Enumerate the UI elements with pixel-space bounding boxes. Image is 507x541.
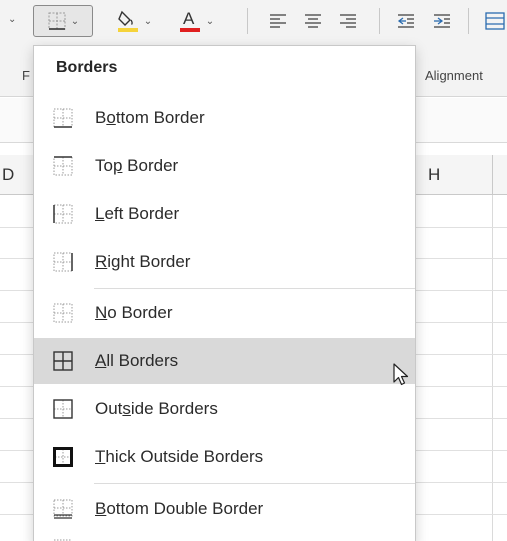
font-color-chevron-icon: ⌄ <box>205 15 215 27</box>
menu-item-label: Right Border <box>95 252 191 271</box>
overflow-chevron-icon[interactable]: ⌄ <box>8 14 16 25</box>
align-left-icon <box>270 14 286 28</box>
font-color-swatch <box>179 28 200 32</box>
mouse-pointer-icon <box>393 363 409 386</box>
align-right-icon <box>340 14 356 28</box>
font-color-icon: A <box>179 9 200 32</box>
bottom-double-border-icon <box>53 499 73 519</box>
fill-color-swatch <box>117 28 138 32</box>
menu-item-label: Thick Outside Borders <box>95 447 264 466</box>
svg-text:A: A <box>183 9 195 28</box>
menu-item-thick-outside-borders[interactable]: Thick Outside Borders <box>34 434 415 480</box>
menu-item-top-border[interactable]: Top Border <box>34 143 415 189</box>
font-color-button[interactable]: A ⌄ <box>172 5 220 37</box>
menu-item-label: Bottom Border <box>95 108 205 127</box>
thick-outside-borders-icon <box>53 447 73 467</box>
all-borders-icon <box>53 351 73 371</box>
column-header-h[interactable]: H <box>428 155 440 195</box>
menu-item-left-border[interactable]: Left Border <box>34 191 415 237</box>
menu-item-right-border[interactable]: Right Border <box>34 239 415 285</box>
borders-chevron-icon: ⌄ <box>70 15 80 27</box>
partial-menu-item-icon <box>54 539 72 541</box>
decrease-indent-icon <box>397 14 414 28</box>
menu-item-no-border[interactable]: No Border <box>34 290 415 336</box>
menu-item-outside-borders[interactable]: Outside Borders <box>34 386 415 432</box>
ribbon-separator <box>247 8 248 34</box>
column-gridline <box>492 195 493 541</box>
menu-separator <box>94 483 415 484</box>
fill-color-chevron-icon: ⌄ <box>143 15 153 27</box>
column-header-d[interactable]: D <box>2 155 14 195</box>
menu-item-label: All Borders <box>95 351 179 370</box>
borders-icon <box>48 12 66 30</box>
ribbon-toolbar-row: ⌄ ⌄ ⌄ A ⌄ <box>0 0 507 42</box>
align-center-icon <box>305 14 321 28</box>
menu-item-label: Left Border <box>95 204 180 223</box>
right-border-icon <box>53 252 73 272</box>
menu-item-bottom-double-border[interactable]: Bottom Double Border <box>34 486 415 532</box>
no-border-icon <box>53 303 73 323</box>
merge-center-button[interactable] <box>482 5 507 37</box>
alignment-group-label: Alignment <box>425 68 483 83</box>
fill-color-icon <box>117 10 138 32</box>
fill-color-button[interactable]: ⌄ <box>110 5 158 37</box>
outside-borders-icon <box>53 399 73 419</box>
borders-menu: Borders Bottom Border Top Border Left Bo… <box>33 45 416 541</box>
merge-center-icon <box>484 12 505 30</box>
borders-menu-title: Borders <box>56 59 118 76</box>
borders-dropdown-button[interactable]: ⌄ <box>33 5 93 37</box>
menu-item-bottom-border[interactable]: Bottom Border <box>34 95 415 141</box>
menu-item-all-borders[interactable]: All Borders <box>34 338 415 384</box>
bottom-border-icon <box>53 108 73 128</box>
ribbon-separator <box>379 8 380 34</box>
menu-separator <box>94 288 415 289</box>
align-left-button[interactable] <box>265 5 291 37</box>
increase-indent-button[interactable] <box>429 5 455 37</box>
menu-item-label: No Border <box>95 303 173 322</box>
top-border-icon <box>53 156 73 176</box>
align-center-button[interactable] <box>300 5 326 37</box>
menu-item-label: Bottom Double Border <box>95 499 264 518</box>
align-right-button[interactable] <box>335 5 361 37</box>
increase-indent-icon <box>434 14 450 28</box>
font-group-label: F <box>22 68 30 83</box>
column-header-divider <box>492 155 493 195</box>
menu-item-label: Top Border <box>95 156 179 175</box>
ribbon-separator <box>468 8 469 34</box>
menu-item-label: Outside Borders <box>95 399 218 418</box>
decrease-indent-button[interactable] <box>393 5 419 37</box>
left-border-icon <box>53 204 73 224</box>
